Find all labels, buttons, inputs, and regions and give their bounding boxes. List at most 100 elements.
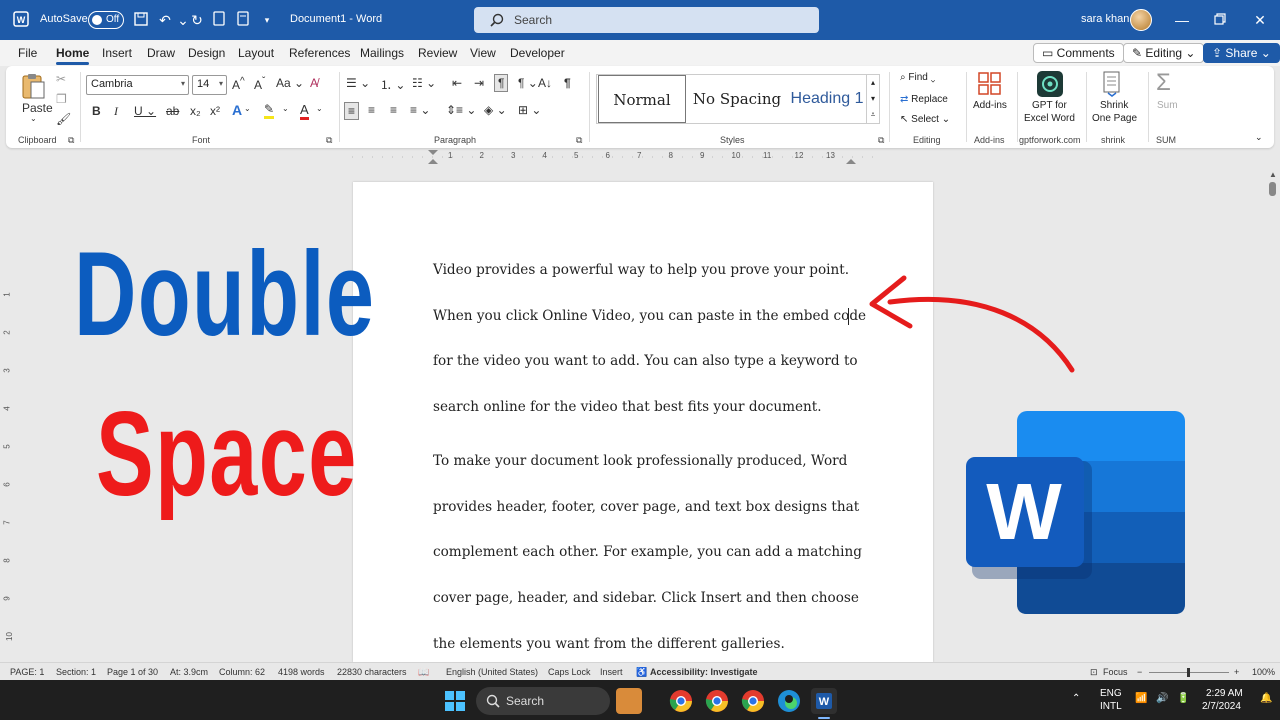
vertical-ruler[interactable]: 123456789101112 xyxy=(0,170,18,717)
sum-button[interactable]: Sum xyxy=(1157,100,1178,111)
superscript-icon[interactable]: x² xyxy=(210,104,220,118)
horizontal-ruler[interactable]: 1 2 3 4 5 6 7 8 9 10 11 12 13 xyxy=(352,150,882,164)
strikethrough-icon[interactable]: ab xyxy=(166,104,179,118)
style-no-spacing[interactable]: No Spacing xyxy=(689,75,785,123)
word-icon[interactable]: W xyxy=(12,11,30,29)
sort-icon[interactable]: A↓ xyxy=(538,76,552,90)
increase-indent-icon[interactable]: ⇥ xyxy=(474,76,484,90)
close-icon[interactable]: ✕ xyxy=(1250,10,1270,30)
add-ins-icon[interactable] xyxy=(978,72,1002,96)
chrome-icon[interactable] xyxy=(668,688,694,714)
save-icon[interactable] xyxy=(132,11,150,29)
restore-icon[interactable] xyxy=(1210,10,1230,30)
text-effects-dropdown-icon[interactable]: ⌄ xyxy=(244,104,251,113)
status-chars[interactable]: 22830 characters xyxy=(337,667,407,677)
tab-layout[interactable]: Layout xyxy=(238,46,274,60)
font-launcher-icon[interactable]: ⧉ xyxy=(326,135,332,146)
bullets-icon[interactable]: ☰ ⌄ xyxy=(346,76,370,90)
gpt-line2[interactable]: Excel Word xyxy=(1024,113,1075,124)
subscript-icon[interactable]: x₂ xyxy=(190,104,201,118)
autosave-toggle[interactable]: Off xyxy=(88,11,124,29)
minimize-icon[interactable]: — xyxy=(1172,10,1192,30)
shrink-icon[interactable] xyxy=(1100,71,1124,97)
rtl-icon[interactable]: ¶ ⌄ xyxy=(518,76,538,90)
ltr-icon[interactable]: ¶ xyxy=(494,74,509,92)
windows-start-icon[interactable] xyxy=(442,688,468,714)
status-focus[interactable]: Focus xyxy=(1103,667,1128,677)
status-accessibility[interactable]: Accessibility: Investigate xyxy=(650,667,758,677)
status-page[interactable]: PAGE: 1 xyxy=(10,667,44,677)
collapse-ribbon-icon[interactable]: ⌄ xyxy=(1255,132,1263,143)
font-color-icon[interactable]: A xyxy=(300,102,309,120)
chrome-icon[interactable] xyxy=(704,688,730,714)
status-page-of[interactable]: Page 1 of 30 xyxy=(107,667,158,677)
tab-draw[interactable]: Draw xyxy=(147,46,175,60)
zoom-in-icon[interactable]: + xyxy=(1234,667,1239,677)
tab-design[interactable]: Design xyxy=(188,46,225,60)
tab-insert[interactable]: Insert xyxy=(102,46,132,60)
paste-dropdown-icon[interactable]: ⌄ xyxy=(30,114,37,123)
format-painter-icon[interactable] xyxy=(234,11,252,29)
search-box[interactable]: Search xyxy=(474,7,819,33)
align-center-icon[interactable]: ≡ xyxy=(368,103,375,117)
align-right-icon[interactable]: ≡ xyxy=(390,103,397,117)
highlight-dropdown-icon[interactable]: ⌄ xyxy=(282,104,289,113)
word-taskbar-icon[interactable]: W xyxy=(811,688,837,714)
document-page[interactable]: Video provides a powerful way to help yo… xyxy=(353,182,933,662)
widgets-icon[interactable] xyxy=(616,688,642,714)
editing-mode-button[interactable]: ✎ Editing ⌄ xyxy=(1123,43,1205,63)
cut-icon[interactable]: ✂ xyxy=(56,72,66,86)
shrink-font-icon[interactable]: Aˇ xyxy=(254,76,265,92)
shrink-line2[interactable]: One Page xyxy=(1092,113,1137,124)
highlight-icon[interactable]: ✎ xyxy=(264,102,275,119)
replace-button[interactable]: ⇄ Replace xyxy=(900,94,948,105)
italic-icon[interactable]: I xyxy=(114,104,118,119)
redo-icon[interactable]: ↻ xyxy=(188,11,206,29)
shading-icon[interactable]: ◈ ⌄ xyxy=(484,103,507,117)
font-size-select[interactable]: 14 ▾ xyxy=(192,75,227,95)
share-button[interactable]: ⇪ Share ⌄ xyxy=(1203,43,1280,63)
clock-date[interactable]: 2/7/2024 xyxy=(1202,701,1241,712)
clear-formatting-icon[interactable]: A̸ xyxy=(310,76,318,90)
change-case-icon[interactable]: Aa ⌄ xyxy=(276,76,304,90)
paste-label[interactable]: Paste xyxy=(22,101,53,115)
align-left-icon[interactable]: ≡ xyxy=(344,102,360,120)
notifications-icon[interactable]: 🔔 xyxy=(1260,693,1272,704)
borders-icon[interactable]: ⊞ ⌄ xyxy=(518,103,541,117)
tab-file[interactable]: File xyxy=(18,46,37,60)
status-caps[interactable]: Caps Lock xyxy=(548,667,591,677)
touch-mode-icon[interactable] xyxy=(210,11,228,29)
tab-home[interactable]: Home xyxy=(56,46,90,65)
multilevel-list-icon[interactable]: ☷ ⌄ xyxy=(412,76,436,90)
styles-launcher-icon[interactable]: ⧉ xyxy=(878,135,884,146)
language-line2[interactable]: INTL xyxy=(1100,701,1122,712)
taskbar-search[interactable]: Search xyxy=(476,687,610,715)
scroll-thumb[interactable] xyxy=(1269,182,1276,196)
font-color-dropdown-icon[interactable]: ⌄ xyxy=(316,104,323,113)
clock-time[interactable]: 2:29 AM xyxy=(1206,688,1243,699)
find-button[interactable]: ⌕ Find ⌄ xyxy=(900,72,935,83)
format-painter-icon[interactable]: 🖌 xyxy=(56,112,71,126)
style-heading-1[interactable]: Heading 1 xyxy=(785,75,869,123)
underline-icon[interactable]: U ⌄ xyxy=(134,104,156,118)
shrink-line1[interactable]: Shrink xyxy=(1100,100,1128,111)
status-words[interactable]: 4198 words xyxy=(278,667,325,677)
gpt-icon[interactable] xyxy=(1037,71,1063,97)
style-normal[interactable]: Normal xyxy=(598,75,686,123)
tab-developer[interactable]: Developer xyxy=(510,46,565,60)
add-ins-button[interactable]: Add-ins xyxy=(973,100,1007,111)
volume-icon[interactable]: 🔊 xyxy=(1156,693,1168,704)
clipboard-launcher-icon[interactable]: ⧉ xyxy=(68,135,74,146)
status-at[interactable]: At: 3.9cm xyxy=(170,667,208,677)
numbering-icon[interactable]: ⒈ ⌄ xyxy=(380,76,405,93)
tab-mailings[interactable]: Mailings xyxy=(360,46,404,60)
avatar[interactable] xyxy=(1130,9,1152,31)
text-effects-icon[interactable]: A xyxy=(232,102,242,118)
paste-icon[interactable] xyxy=(20,72,46,100)
language-line1[interactable]: ENG xyxy=(1100,688,1122,699)
user-name[interactable]: sara khan xyxy=(1081,13,1129,25)
tray-chevron-icon[interactable]: ⌃ xyxy=(1072,693,1080,704)
styles-scroll[interactable]: ▴ ▾ ⩡ xyxy=(866,74,880,124)
show-marks-icon[interactable]: ¶ xyxy=(564,76,571,90)
bold-icon[interactable]: B xyxy=(92,104,101,118)
